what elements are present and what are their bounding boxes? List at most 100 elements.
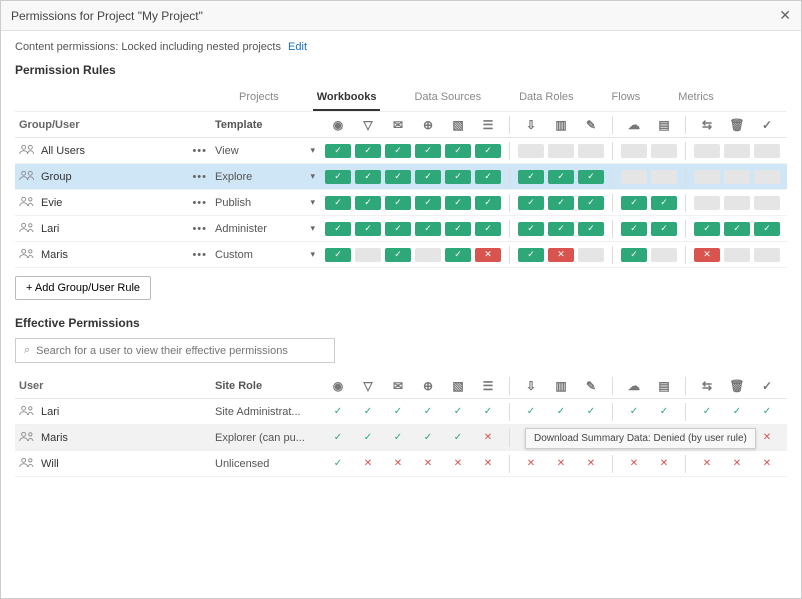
effective-row[interactable]: LariSite Administrat...✓✓✓✓✓✓✓✓✓✓✓✓✓✓ [15, 399, 787, 425]
perm-chip[interactable] [754, 248, 780, 262]
perm-chip[interactable]: ✓ [475, 170, 501, 184]
perm-chip[interactable]: ✓ [518, 222, 544, 236]
perm-chip[interactable]: ✓ [475, 196, 501, 210]
perm-chip[interactable]: ✓ [445, 222, 471, 236]
perm-chip[interactable]: ✓ [445, 170, 471, 184]
tab-data-roles[interactable]: Data Roles [515, 85, 577, 111]
row-actions-icon[interactable]: ••• [192, 223, 207, 235]
perm-chip[interactable]: ✓ [445, 144, 471, 158]
perm-chip[interactable]: ✓ [651, 196, 677, 210]
perm-chip[interactable]: ✓ [548, 196, 574, 210]
perm-chip[interactable]: ✕ [548, 248, 574, 262]
perm-chip[interactable]: ✓ [385, 222, 411, 236]
template-select[interactable]: Custom▾ [215, 249, 325, 261]
tab-projects[interactable]: Projects [235, 85, 283, 111]
row-actions-icon[interactable]: ••• [192, 197, 207, 209]
perm-chip[interactable]: ✓ [325, 170, 351, 184]
perm-chip[interactable]: ✓ [355, 144, 381, 158]
perm-chip[interactable] [651, 248, 677, 262]
perm-chip[interactable]: ✓ [518, 170, 544, 184]
perm-chip[interactable]: ✓ [475, 144, 501, 158]
perm-chip[interactable]: ✓ [325, 144, 351, 158]
perm-chip[interactable] [578, 144, 604, 158]
perm-chip[interactable] [621, 170, 647, 184]
perm-chip[interactable]: ✓ [355, 196, 381, 210]
perm-chip[interactable]: ✓ [754, 222, 780, 236]
perm-chip[interactable] [724, 170, 750, 184]
perm-chip[interactable]: ✓ [415, 222, 441, 236]
perm-chip[interactable] [651, 170, 677, 184]
perm-chip[interactable]: ✓ [621, 248, 647, 262]
row-actions-icon[interactable]: ••• [192, 145, 207, 157]
perm-chip[interactable]: ✓ [548, 222, 574, 236]
perm-chip[interactable]: ✓ [385, 170, 411, 184]
perm-chip[interactable] [754, 170, 780, 184]
template-select[interactable]: View▾ [215, 145, 325, 157]
tab-flows[interactable]: Flows [608, 85, 645, 111]
perm-chip[interactable]: ✓ [724, 222, 750, 236]
perm-chip[interactable] [415, 248, 441, 262]
group-icon [19, 144, 35, 158]
perm-chip[interactable]: ✓ [415, 196, 441, 210]
perm-chip[interactable]: ✓ [325, 222, 351, 236]
perm-chip[interactable] [724, 248, 750, 262]
perm-chip[interactable]: ✕ [475, 248, 501, 262]
effective-row[interactable]: WillUnlicensed✓✕✕✕✕✕✕✕✕✕✕✕✕✕ [15, 451, 787, 477]
perm-chip[interactable]: ✓ [621, 222, 647, 236]
rule-row[interactable]: Maris•••Custom▾✓✓✓✕✓✕✓✕ [15, 242, 787, 268]
perm-chip[interactable]: ✓ [475, 222, 501, 236]
perm-chip[interactable]: ✓ [385, 196, 411, 210]
rule-row[interactable]: All Users•••View▾✓✓✓✓✓✓ [15, 138, 787, 164]
perm-chip[interactable] [518, 144, 544, 158]
effective-search[interactable]: ⌕ [15, 338, 335, 363]
close-icon[interactable]: ✕ [779, 7, 791, 24]
effective-row[interactable]: MarisExplorer (can pu...✓✓✓✓✓✕✓✕✓✓✓✕✕✕Do… [15, 425, 787, 451]
add-group-user-button[interactable]: + Add Group/User Rule [15, 276, 151, 300]
template-select[interactable]: Administer▾ [215, 223, 325, 235]
row-actions-icon[interactable]: ••• [192, 171, 207, 183]
tab-workbooks[interactable]: Workbooks [313, 85, 381, 111]
perm-chip[interactable] [355, 248, 381, 262]
perm-chip[interactable] [548, 144, 574, 158]
perm-chip[interactable]: ✓ [651, 222, 677, 236]
perm-chip[interactable]: ✓ [548, 170, 574, 184]
perm-chip[interactable] [694, 144, 720, 158]
perm-chip[interactable]: ✓ [355, 222, 381, 236]
perm-chip[interactable] [754, 144, 780, 158]
template-select[interactable]: Publish▾ [215, 197, 325, 209]
perm-chip[interactable]: ✓ [385, 144, 411, 158]
perm-chip[interactable]: ✓ [621, 196, 647, 210]
perm-chip[interactable]: ✓ [385, 248, 411, 262]
rule-row[interactable]: Evie•••Publish▾✓✓✓✓✓✓✓✓✓✓✓ [15, 190, 787, 216]
edit-link[interactable]: Edit [288, 41, 307, 53]
perm-chip[interactable]: ✕ [694, 248, 720, 262]
perm-chip[interactable]: ✓ [325, 196, 351, 210]
tab-metrics[interactable]: Metrics [674, 85, 717, 111]
perm-chip[interactable]: ✓ [325, 248, 351, 262]
template-select[interactable]: Explore▾ [215, 171, 325, 183]
perm-chip[interactable]: ✓ [355, 170, 381, 184]
perm-chip[interactable]: ✓ [578, 170, 604, 184]
perm-chip[interactable] [621, 144, 647, 158]
perm-chip[interactable]: ✓ [415, 170, 441, 184]
perm-chip[interactable]: ✓ [518, 248, 544, 262]
perm-chip[interactable]: ✓ [445, 248, 471, 262]
perm-chip[interactable]: ✓ [578, 222, 604, 236]
perm-chip[interactable] [578, 248, 604, 262]
row-actions-icon[interactable]: ••• [192, 249, 207, 261]
perm-chip[interactable] [694, 170, 720, 184]
rule-row[interactable]: Lari•••Administer▾✓✓✓✓✓✓✓✓✓✓✓✓✓✓ [15, 216, 787, 242]
tab-data-sources[interactable]: Data Sources [410, 85, 485, 111]
perm-chip[interactable]: ✓ [578, 196, 604, 210]
rule-row[interactable]: Group•••Explore▾✓✓✓✓✓✓✓✓✓ [15, 164, 787, 190]
perm-chip[interactable]: ✓ [445, 196, 471, 210]
perm-chip[interactable] [651, 144, 677, 158]
perm-chip[interactable]: ✓ [415, 144, 441, 158]
search-input[interactable] [36, 345, 326, 357]
perm-chip[interactable] [754, 196, 780, 210]
perm-chip[interactable]: ✓ [694, 222, 720, 236]
perm-chip[interactable] [694, 196, 720, 210]
perm-chip[interactable]: ✓ [518, 196, 544, 210]
perm-chip[interactable] [724, 144, 750, 158]
perm-chip[interactable] [724, 196, 750, 210]
